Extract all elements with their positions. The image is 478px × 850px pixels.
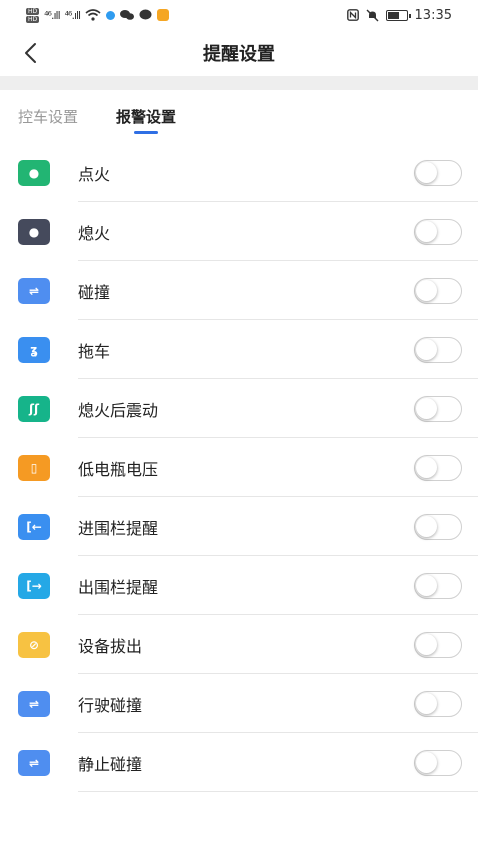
- wechat-icon: [120, 10, 135, 20]
- hd-indicators: HD HD: [26, 7, 40, 23]
- toggle-knob: [416, 516, 437, 537]
- hd-badge: HD: [26, 7, 40, 15]
- toggle-knob: [416, 221, 437, 242]
- signal-icon: ⁴⁶.ıll: [44, 8, 61, 22]
- alarm-toggle[interactable]: [414, 219, 462, 245]
- list-item-label: 拖车: [78, 341, 111, 361]
- status-left: HD HD ⁴⁶.ıll ⁴⁶.ıll: [26, 7, 170, 23]
- list-item: ● 熄火: [0, 202, 478, 261]
- driving-collision-icon: ⇌: [18, 690, 50, 717]
- toggle-knob: [416, 339, 437, 360]
- tow-hook-icon: ʓ: [18, 336, 50, 363]
- low-battery-icon: ▯: [18, 454, 50, 481]
- list-item: ⇌ 碰撞: [0, 261, 478, 320]
- back-button[interactable]: [14, 37, 46, 69]
- status-right: 13:35: [346, 7, 452, 23]
- battery-icon: [385, 9, 411, 21]
- fence-exit-icon: [→: [18, 572, 50, 599]
- tab-bar: 控车设置 报警设置: [0, 90, 478, 142]
- tab-vehicle-control-settings[interactable]: 控车设置: [18, 90, 78, 142]
- wifi-icon: [85, 9, 101, 21]
- toggle-knob: [416, 457, 437, 478]
- tab-alarm-settings[interactable]: 报警设置: [116, 90, 176, 142]
- page-title: 提醒设置: [203, 44, 275, 65]
- message-icon: [139, 9, 152, 20]
- list-item-label: 熄火: [78, 223, 111, 243]
- alarm-toggle[interactable]: [414, 514, 462, 540]
- device-unplug-icon: ⊘: [18, 631, 50, 658]
- nfc-icon: [346, 9, 359, 21]
- list-item-label: 行驶碰撞: [78, 695, 143, 715]
- car-stop-icon: ●: [18, 218, 50, 245]
- toggle-knob: [416, 162, 437, 183]
- alarm-toggle[interactable]: [414, 278, 462, 304]
- signal-icon: ⁴⁶.ıll: [64, 8, 82, 22]
- toggle-knob: [416, 693, 437, 714]
- alarm-toggle[interactable]: [414, 396, 462, 422]
- alarm-toggle[interactable]: [414, 160, 462, 186]
- nav-bar: 提醒设置: [0, 30, 478, 76]
- list-item-label: 进围栏提醒: [78, 518, 159, 538]
- list-item-label: 低电瓶电压: [78, 459, 159, 479]
- toggle-knob: [416, 752, 437, 773]
- list-item: [→ 出围栏提醒: [0, 556, 478, 615]
- weibo-icon: [157, 9, 170, 21]
- hd-badge: HD: [26, 15, 40, 23]
- vibration-icon: ʃʃ: [18, 395, 50, 422]
- parked-collision-icon: ⇌: [18, 749, 50, 776]
- toggle-knob: [416, 280, 437, 301]
- alarm-toggle[interactable]: [414, 455, 462, 481]
- collision-icon: ⇌: [18, 277, 50, 304]
- list-item: ⊘ 设备拔出: [0, 615, 478, 674]
- alarm-settings-list: ● 点火 ● 熄火 ⇌ 碰撞 ʓ 拖车 ʃʃ 熄火后震动 ▯ 低电瓶电压 [← 进围栏提醒 [→ 出围栏提醒 ⊘…: [0, 143, 478, 792]
- list-item: ʃʃ 熄火后震动: [0, 379, 478, 438]
- list-item-label: 碰撞: [78, 282, 111, 302]
- list-item: [← 进围栏提醒: [0, 497, 478, 556]
- fence-enter-icon: [←: [18, 513, 50, 540]
- car-start-icon: ●: [18, 159, 50, 186]
- list-item: ⇌ 静止碰撞: [0, 733, 478, 792]
- list-item: ▯ 低电瓶电压: [0, 438, 478, 497]
- mute-icon: [366, 9, 379, 21]
- list-item-label: 点火: [78, 164, 111, 184]
- list-item-label: 设备拔出: [78, 636, 143, 656]
- list-item: ⇌ 行驶碰撞: [0, 674, 478, 733]
- alarm-toggle[interactable]: [414, 632, 462, 658]
- list-item: ʓ 拖车: [0, 320, 478, 379]
- section-divider: [0, 76, 478, 90]
- list-item-label: 出围栏提醒: [78, 577, 159, 597]
- chevron-left-icon: [25, 43, 36, 63]
- alarm-toggle[interactable]: [414, 691, 462, 717]
- list-item-label: 静止碰撞: [78, 754, 143, 774]
- status-bar: HD HD ⁴⁶.ıll ⁴⁶.ıll 13:35: [0, 0, 478, 30]
- app-notification-icon: [106, 10, 116, 20]
- status-time: 13:35: [414, 7, 452, 23]
- toggle-knob: [416, 634, 437, 655]
- list-item-label: 熄火后震动: [78, 400, 159, 420]
- toggle-knob: [416, 398, 437, 419]
- list-item: ● 点火: [0, 143, 478, 202]
- toggle-knob: [416, 575, 437, 596]
- alarm-toggle[interactable]: [414, 337, 462, 363]
- alarm-toggle[interactable]: [414, 750, 462, 776]
- alarm-toggle[interactable]: [414, 573, 462, 599]
